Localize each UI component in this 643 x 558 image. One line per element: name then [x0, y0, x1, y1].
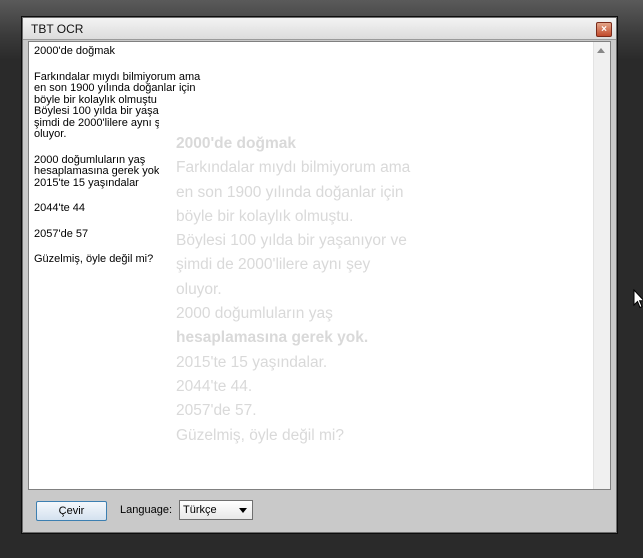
overlay-line: 2015'te 15 yaşındalar.	[176, 353, 328, 371]
window-title: TBT OCR	[31, 22, 84, 36]
overlay-line: oluyor.	[176, 280, 222, 298]
source-image-text: 2000'de doğmak Farkındalar mıydı bilmiyo…	[176, 132, 410, 448]
close-button[interactable]: ×	[596, 22, 612, 37]
overlay-line: şimdi de 2000'lilere aynı şey	[176, 256, 371, 274]
overlay-line: hesaplamasına gerek yok.	[176, 329, 369, 347]
mouse-pointer-icon	[633, 288, 643, 314]
source-image-overlay: 2000'de doğmak Farkındalar mıydı bilmiyo…	[159, 108, 437, 446]
vertical-scrollbar[interactable]	[593, 42, 610, 489]
translate-button[interactable]: Çevir	[36, 501, 107, 521]
close-icon: ×	[601, 23, 607, 35]
overlay-line: 2044'te 44.	[176, 377, 253, 395]
bottom-toolbar: Çevir Language: Türkçe	[28, 497, 611, 525]
overlay-line: 2000'de doğmak	[176, 135, 296, 152]
language-selected-value: Türkçe	[183, 504, 217, 516]
overlay-line: 2000 doğumluların yaş	[176, 305, 333, 323]
overlay-line: Böylesi 100 yılda bir yaşanıyor ve	[176, 232, 407, 250]
overlay-line: Güzelmiş, öyle değil mi?	[176, 426, 344, 444]
overlay-line: en son 1900 yılında doğanlar için	[176, 183, 404, 201]
overlay-line: Farkındalar mıydı bilmiyorum ama	[176, 159, 411, 177]
title-bar[interactable]: TBT OCR ×	[23, 18, 616, 40]
language-select[interactable]: Türkçe	[179, 500, 253, 520]
overlay-line: 2057'de 57.	[176, 402, 257, 420]
ocr-paragraph: 2000'de doğmak	[34, 45, 115, 57]
chevron-down-icon	[239, 508, 247, 513]
language-label: Language:	[120, 504, 172, 516]
scroll-up-arrow-icon[interactable]	[597, 48, 605, 53]
overlay-line: böyle bir kolaylık olmuştu.	[176, 207, 354, 225]
